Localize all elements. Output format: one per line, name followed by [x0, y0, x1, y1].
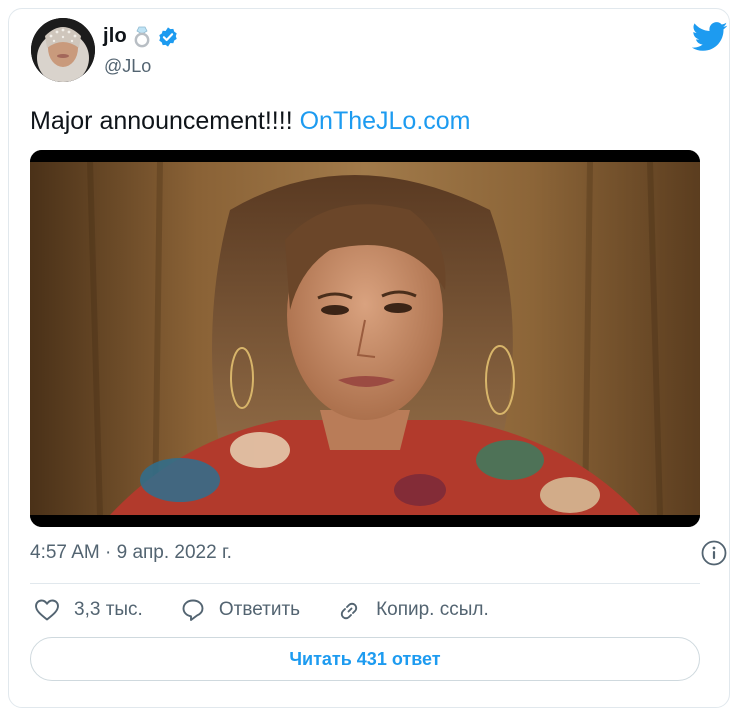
ring-icon [133, 26, 151, 48]
reply-button[interactable]: Ответить [181, 598, 300, 622]
author-handle[interactable]: @JLo [104, 56, 151, 77]
divider [30, 583, 700, 584]
twitter-bird-icon[interactable] [691, 22, 728, 57]
action-bar: 3,3 тыс. Ответить Копир. ссыл. [34, 596, 527, 624]
video-thumbnail[interactable] [30, 150, 700, 527]
reply-bubble-icon [182, 599, 204, 621]
author-row: jlo [103, 25, 179, 48]
read-replies-button[interactable]: Читать 431 ответ [30, 637, 700, 681]
link-icon [340, 602, 358, 620]
copy-link-button[interactable]: Копир. ссыл. [338, 598, 489, 622]
heart-icon [35, 599, 59, 621]
reply-label: Ответить [218, 599, 301, 620]
like-button[interactable]: 3,3 тыс. [34, 598, 143, 622]
author-display-name[interactable]: jlo [103, 25, 127, 48]
like-count: 3,3 тыс. [74, 599, 143, 620]
tweet-text: Major announcement!!!! OnTheJLo.com [30, 105, 471, 137]
tweet-timestamp[interactable]: 4:57 AM · 9 апр. 2022 г. [30, 542, 232, 564]
tweet-body-text: Major announcement!!!! [30, 107, 300, 135]
avatar[interactable] [31, 18, 95, 82]
verified-badge-icon [157, 26, 179, 48]
info-icon[interactable] [701, 540, 727, 571]
tweet-link[interactable]: OnTheJLo.com [300, 107, 471, 135]
copy-link-label: Копир. ссыл. [376, 599, 489, 620]
